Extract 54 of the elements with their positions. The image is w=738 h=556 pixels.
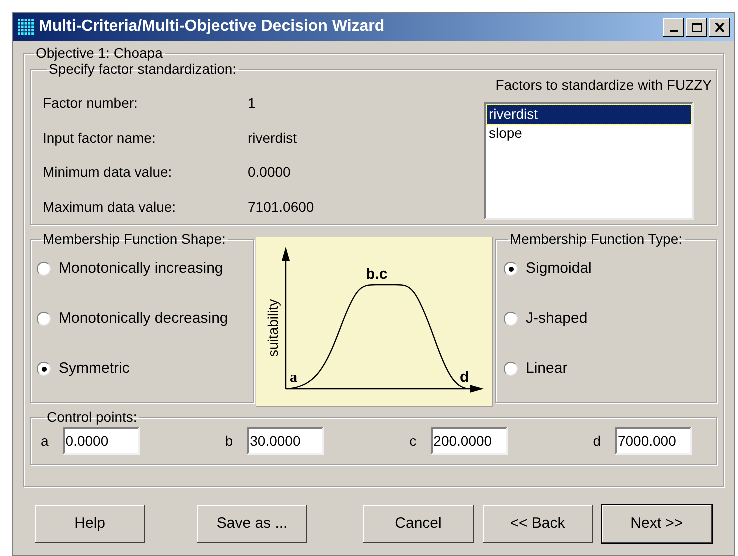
minimize-icon [670, 30, 678, 32]
radio-label: Monotonically increasing [59, 258, 224, 279]
group-title: Membership Function Type: [509, 231, 684, 247]
dialog-button[interactable]: Next >> [602, 505, 712, 543]
maximize-icon [692, 22, 702, 32]
field-label: Minimum data value: [43, 163, 174, 182]
radio-label: Sigmoidal [526, 258, 592, 279]
group-title: Membership Function Shape: [42, 231, 227, 247]
point-input-field[interactable]: 7000.000 [614, 427, 692, 455]
point-label: b [225, 432, 234, 450]
dialog-button[interactable]: Cancel [363, 505, 474, 543]
group-title: Specify factor standardization: [48, 61, 238, 77]
list-title: Factors to standardize with FUZZY [496, 76, 712, 95]
radio-label: Symmetric [59, 358, 130, 379]
point-label: d [593, 432, 601, 450]
grid-icon [17, 18, 35, 36]
point-label: d [460, 369, 470, 386]
maximize-button[interactable] [686, 18, 707, 36]
point-input-field[interactable]: 200.0000 [430, 427, 508, 455]
radio-button[interactable] [37, 262, 51, 276]
radio-label: Linear [526, 358, 568, 379]
close-icon [714, 22, 724, 32]
radio-button[interactable] [37, 312, 51, 326]
radio-button[interactable] [504, 262, 518, 276]
point-label: b.c [366, 266, 388, 283]
factor-list[interactable]: riverdist slope [484, 102, 694, 220]
field-value: 1 [248, 94, 257, 113]
point-input-field[interactable]: 0.0000 [62, 427, 140, 455]
point-input-field[interactable]: 30.0000 [247, 427, 324, 455]
window-title: Multi-Criteria/Multi-Objective Decision Wizard [39, 17, 385, 37]
dialog-button[interactable]: << Back [482, 505, 593, 543]
field-value: 0.0000 [248, 163, 292, 182]
radio-label: Monotonically decreasing [59, 308, 228, 329]
dialog-button[interactable]: Help [35, 505, 146, 543]
list-item[interactable]: slope [487, 124, 691, 143]
field-label: Maximum data value: [43, 198, 178, 216]
field-label: Input factor name: [43, 128, 157, 148]
group-title: Objective 1: Choapa [35, 45, 164, 61]
field-label: Factor number: [43, 94, 139, 113]
group-title: Control points: [46, 409, 138, 425]
dialog-button[interactable]: Save as ... [197, 505, 308, 543]
close-button[interactable] [709, 18, 730, 36]
field-value: 7101.0600 [248, 198, 314, 216]
point-label: c [410, 432, 417, 450]
axis-label: suitability [265, 299, 281, 357]
radio-button[interactable] [504, 312, 518, 326]
minimize-button[interactable] [663, 18, 684, 36]
radio-button[interactable] [504, 362, 518, 376]
list-item[interactable]: riverdist [487, 105, 691, 124]
radio-label: J-shaped [526, 308, 588, 329]
point-label: a [290, 370, 298, 386]
field-value: riverdist [248, 128, 298, 148]
radio-button[interactable] [37, 362, 51, 376]
point-label: a [41, 432, 49, 450]
